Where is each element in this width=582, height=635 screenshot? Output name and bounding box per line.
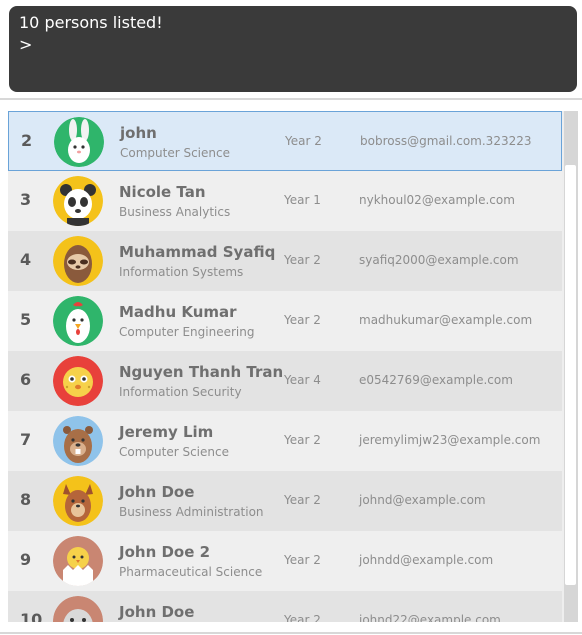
person-name: john — [120, 124, 157, 142]
person-year: Year 2 — [284, 613, 321, 622]
person-major: Pharmaceutical Science — [119, 565, 263, 579]
person-card[interactable]: 3 Nicole Tan Business Analytics Year 1 n… — [8, 171, 562, 231]
person-email: johnd22@example.com — [359, 613, 501, 622]
seal-icon — [53, 596, 103, 622]
person-major: Computer Science — [119, 445, 229, 459]
person-name: Muhammad Syafiq — [119, 243, 276, 261]
person-card[interactable]: 6 Nguyen Thanh Tran Information Security… — [8, 351, 562, 411]
person-year: Year 2 — [284, 553, 321, 567]
person-index: 2 — [21, 131, 33, 150]
result-message: 10 persons listed! — [19, 13, 163, 32]
divider — [0, 98, 582, 100]
person-index: 5 — [20, 310, 32, 329]
person-year: Year 2 — [284, 493, 321, 507]
beaver-icon — [53, 416, 103, 466]
rabbit-icon — [54, 117, 104, 167]
person-year: Year 2 — [284, 253, 321, 267]
person-index: 8 — [20, 490, 32, 509]
person-card[interactable]: 8 John Doe Business Administration Year … — [8, 471, 562, 531]
person-year: Year 4 — [284, 373, 321, 387]
person-email: madhukumar@example.com — [359, 313, 533, 327]
command-prompt[interactable]: > — [19, 34, 567, 56]
chicken-icon — [53, 296, 103, 346]
person-email: nykhoul02@example.com — [359, 193, 515, 207]
person-major: Business Analytics — [119, 205, 231, 219]
scrollbar-thumb[interactable] — [565, 165, 576, 585]
squirrel-icon — [53, 476, 103, 526]
person-card[interactable]: 2 john Computer Science Year 2 bobross@g… — [8, 111, 562, 171]
person-name: Jeremy Lim — [119, 423, 214, 441]
person-email: johndd@example.com — [359, 553, 494, 567]
person-year: Year 2 — [284, 433, 321, 447]
person-list[interactable]: 2 john Computer Science Year 2 bobross@g… — [8, 111, 578, 622]
person-major: Business Administration — [119, 505, 264, 519]
person-major: Information Security — [119, 385, 242, 399]
person-index: 6 — [20, 370, 32, 389]
person-card[interactable]: 5 Madhu Kumar Computer Engineering Year … — [8, 291, 562, 351]
person-major: Information Systems — [119, 265, 244, 279]
person-card[interactable]: 10 John Doe Year 2 johnd22@example.com — [8, 591, 562, 622]
person-index: 4 — [20, 250, 32, 269]
person-year: Year 2 — [285, 134, 322, 148]
person-card[interactable]: 4 Muhammad Syafiq Information Systems Ye… — [8, 231, 562, 291]
person-card[interactable]: 9 John Doe 2 Pharmaceutical Science Year… — [8, 531, 562, 591]
person-year: Year 1 — [284, 193, 321, 207]
command-result-display: 10 persons listed! > — [9, 6, 577, 92]
person-index: 10 — [20, 610, 43, 622]
person-major: Computer Science — [120, 146, 230, 160]
person-name: Nicole Tan — [119, 183, 206, 201]
person-index: 3 — [20, 190, 32, 209]
person-email: jeremylimjw23@example.com — [359, 433, 541, 447]
person-email: syafiq2000@example.com — [359, 253, 519, 267]
person-email: bobross@gmail.com.323223 — [360, 134, 532, 148]
person-name: Madhu Kumar — [119, 303, 237, 321]
person-year: Year 2 — [284, 313, 321, 327]
scrollbar[interactable] — [564, 111, 578, 622]
chick-icon — [53, 536, 103, 586]
person-index: 9 — [20, 550, 32, 569]
person-major: Computer Engineering — [119, 325, 255, 339]
person-index: 7 — [20, 430, 32, 449]
person-name: John Doe — [119, 483, 195, 501]
panda-icon — [53, 176, 103, 226]
pufferfish-icon — [53, 356, 103, 406]
person-name: John Doe 2 — [119, 543, 211, 561]
person-name: John Doe — [119, 603, 195, 621]
sloth-icon — [53, 236, 103, 286]
person-card[interactable]: 7 Jeremy Lim Computer Science Year 2 jer… — [8, 411, 562, 471]
person-email: johnd@example.com — [359, 493, 486, 507]
person-email: e0542769@example.com — [359, 373, 513, 387]
divider — [0, 632, 582, 634]
person-name: Nguyen Thanh Tran — [119, 363, 284, 381]
